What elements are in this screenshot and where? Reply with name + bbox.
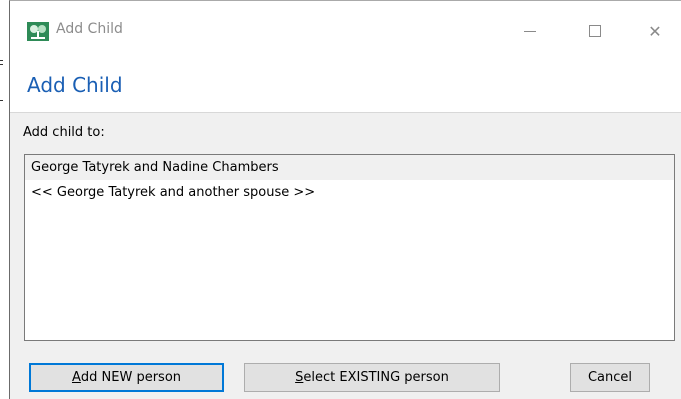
background-line bbox=[0, 64, 3, 65]
list-item[interactable]: << George Tatyrek and another spouse >> bbox=[25, 180, 674, 205]
list-item-label: << George Tatyrek and another spouse >> bbox=[31, 185, 316, 200]
list-item[interactable]: George Tatyrek and Nadine Chambers bbox=[25, 155, 674, 180]
background-line bbox=[0, 100, 3, 101]
list-item-label: George Tatyrek and Nadine Chambers bbox=[31, 160, 279, 175]
page-title: Add Child bbox=[27, 73, 123, 97]
select-existing-mnemonic: S bbox=[295, 370, 304, 385]
family-listbox[interactable]: George Tatyrek and Nadine Chambers << Ge… bbox=[24, 154, 675, 341]
select-existing-label: elect EXISTING person bbox=[303, 370, 449, 385]
add-new-label: dd NEW person bbox=[80, 370, 182, 385]
minimize-icon bbox=[524, 30, 536, 32]
close-button[interactable]: ✕ bbox=[635, 13, 675, 49]
window-title: Add Child bbox=[56, 21, 123, 37]
minimize-button[interactable] bbox=[510, 13, 550, 49]
add-new-mnemonic: A bbox=[71, 370, 81, 385]
close-icon: ✕ bbox=[648, 21, 662, 41]
title-bar[interactable]: Add Child ✕ bbox=[10, 1, 681, 59]
maximize-button[interactable] bbox=[575, 13, 615, 49]
add-new-person-button[interactable]: Add NEW person bbox=[29, 363, 224, 392]
family-tree-icon bbox=[27, 22, 49, 41]
add-child-dialog: Add Child ✕ Add Child Add child to: Geor… bbox=[9, 0, 681, 399]
background-line bbox=[0, 60, 3, 61]
maximize-icon bbox=[589, 25, 601, 37]
dialog-header: Add Child bbox=[10, 59, 681, 113]
select-existing-person-button[interactable]: Select EXISTING person bbox=[244, 363, 500, 392]
add-child-to-label: Add child to: bbox=[23, 125, 105, 140]
cancel-button[interactable]: Cancel bbox=[570, 363, 650, 392]
